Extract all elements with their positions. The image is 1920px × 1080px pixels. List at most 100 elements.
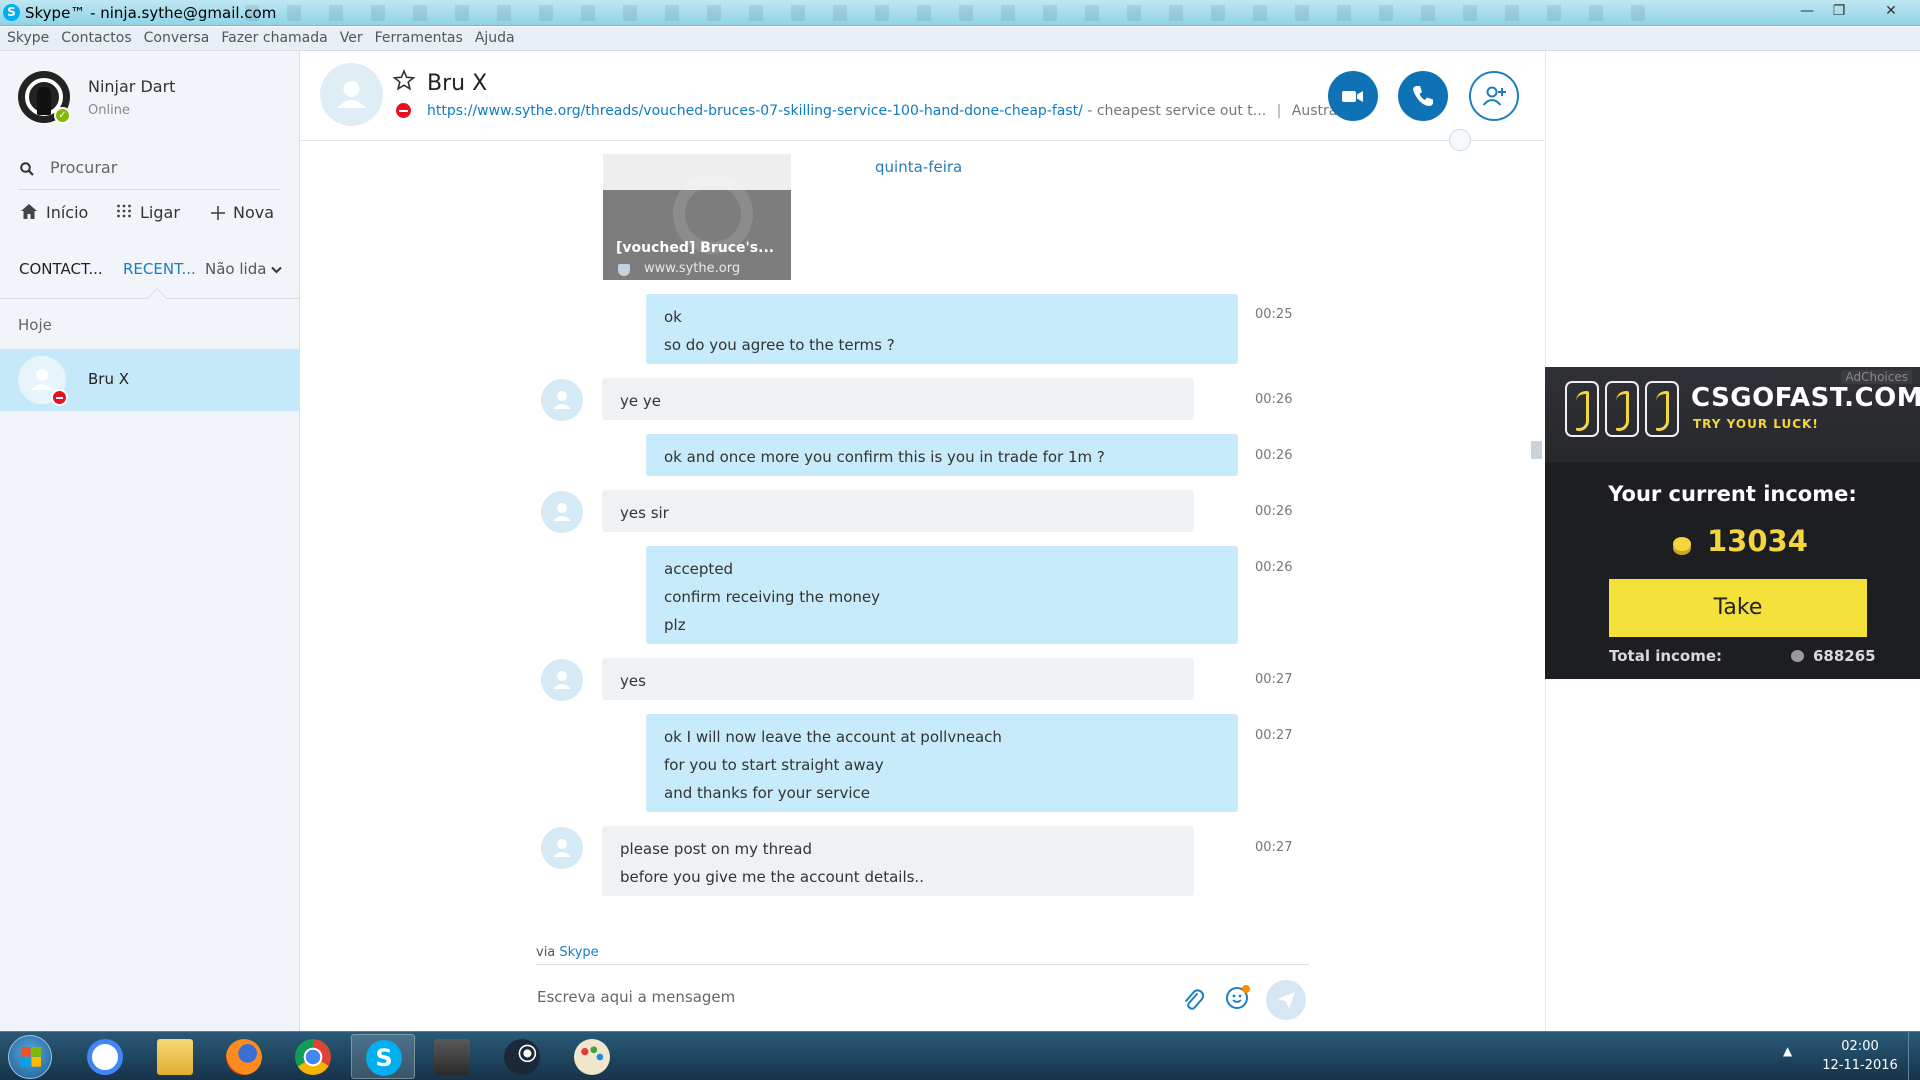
maximize-button[interactable]: ❐ [1824,0,1854,22]
contact-tabs: CONTACT... RECENT... Não lida [18,256,288,288]
link-preview-card[interactable]: [vouched] Bruce's... www.sythe.org [603,154,791,280]
via-app[interactable]: Skype [559,945,598,960]
message-time: 00:25 [1255,307,1293,322]
taskbar-google[interactable] [73,1034,137,1079]
message-outgoing[interactable]: ok so do you agree to the terms ? [646,294,1238,364]
emoticon-icon[interactable] [1226,985,1250,1009]
profile-name[interactable]: Ninjar Dart [88,77,175,96]
person-icon [337,81,366,108]
ad-income-label: Your current income: [1608,482,1857,506]
message-list[interactable]: [vouched] Bruce's... www.sythe.org quint… [301,142,1544,962]
add-people-button[interactable] [1469,71,1519,121]
steam-icon [504,1039,540,1075]
taskbar-paint[interactable] [560,1034,624,1079]
menu-call[interactable]: Fazer chamada [214,27,332,46]
message-incoming[interactable]: yes sir [602,490,1194,532]
peer-avatar[interactable] [541,379,583,421]
message-line: yes [620,672,646,690]
add-person-icon [1482,86,1506,106]
peer-avatar[interactable] [541,827,583,869]
scrollbar-thumb[interactable] [1531,441,1542,459]
message-time: 00:27 [1255,728,1293,743]
tray-expand-icon[interactable]: ▲ [1783,1044,1792,1058]
chat-header: Bru X https://www.sythe.org/threads/vouc… [301,51,1544,151]
mood-link[interactable]: https://www.sythe.org/threads/vouched-br… [427,103,1083,119]
close-button[interactable]: ✕ [1876,0,1906,22]
via-prefix: via [536,945,556,960]
contact-item-bru-x[interactable]: Bru X [0,349,300,411]
ad-choices-label[interactable]: AdChoices [1841,370,1912,384]
message-time: 00:27 [1255,840,1293,855]
message-time: 00:26 [1255,560,1293,575]
tab-unread[interactable]: Não lida [205,260,282,278]
search-box[interactable]: Procurar [18,154,280,190]
message-time: 00:26 [1255,448,1293,463]
video-camera-icon [1342,91,1363,102]
ad-take-button[interactable]: Take [1609,579,1867,637]
tab-unread-label: Não lida [205,260,267,278]
ad-tagline: TRY YOUR LUCK! [1693,417,1819,431]
taskbar-chrome[interactable] [281,1034,345,1079]
message-incoming[interactable]: please post on my thread before you give… [602,826,1194,896]
coins-icon [1673,537,1691,551]
advertisement[interactable]: AdChoices CSGOFAST.COM TRY YOUR LUCK! Yo… [1545,367,1920,679]
peer-avatar[interactable] [541,491,583,533]
new-button[interactable]: Nova [211,203,274,222]
new-label: Nova [233,203,275,222]
message-line: ok [664,308,682,326]
menu-contacts[interactable]: Contactos [54,27,136,46]
person-icon [553,503,571,521]
mood-separator: | [1276,103,1282,119]
skype-icon: S [366,1040,402,1076]
message-line: ok I will now leave the account at pollv… [664,728,1002,746]
taskbar-world-of-tanks[interactable] [420,1034,484,1079]
ad-logo-tile-icon [1645,381,1679,437]
message-outgoing[interactable]: ok I will now leave the account at pollv… [646,714,1238,812]
menu-conversation[interactable]: Conversa [137,27,215,46]
call-button[interactable]: Ligar [116,203,180,222]
send-button[interactable] [1266,980,1306,1020]
menu-skype[interactable]: Skype [0,27,54,46]
message-incoming[interactable]: ye ye [602,378,1194,420]
video-call-button[interactable] [1328,71,1378,121]
menu-view[interactable]: Ver [333,27,368,46]
home-icon [21,204,37,219]
show-desktop-button[interactable] [1908,1032,1920,1080]
taskbar-firefox[interactable] [212,1034,276,1079]
call-label: Ligar [140,203,180,222]
paint-icon [574,1039,610,1075]
chat-contact-avatar[interactable] [320,63,383,126]
message-input[interactable]: Escreva aqui a mensagem [537,988,735,1006]
attach-file-icon[interactable] [1182,988,1204,1012]
audio-call-button[interactable] [1398,71,1448,121]
message-time: 00:26 [1255,392,1293,407]
link-preview-title: [vouched] Bruce's... [616,240,775,256]
menu-tools[interactable]: Ferramentas [368,27,468,46]
message-line: for you to start straight away [664,756,884,774]
start-button[interactable] [8,1035,52,1079]
taskbar-steam[interactable] [490,1034,554,1079]
taskbar-explorer[interactable] [143,1034,207,1079]
phone-icon [1413,86,1433,106]
menu-help[interactable]: Ajuda [468,27,520,46]
profile-status[interactable]: Online [88,103,130,118]
ad-total-label: Total income: [1609,647,1723,665]
message-line: so do you agree to the terms ? [664,336,895,354]
message-outgoing[interactable]: ok and once more you confirm this is you… [646,434,1238,476]
message-incoming[interactable]: yes [602,658,1194,700]
message-line: plz [664,616,686,634]
contact-name: Bru X [88,370,130,388]
tab-recent[interactable]: RECENT... [123,260,196,278]
ad-logo-tile-icon [1565,381,1599,437]
system-clock[interactable]: 02:00 12-11-2016 [1810,1037,1910,1075]
chat-contact-name[interactable]: Bru X [427,71,487,96]
tab-contacts[interactable]: CONTACT... [19,260,103,278]
peer-avatar[interactable] [541,659,583,701]
chevron-down-icon [271,266,282,274]
minimize-button[interactable]: — [1792,0,1822,22]
taskbar-skype[interactable]: S [351,1034,415,1079]
home-button[interactable]: Início [20,203,88,222]
smile-icon [1232,994,1242,1003]
favorite-star-icon[interactable] [393,69,415,91]
message-outgoing[interactable]: accepted confirm receiving the money plz [646,546,1238,644]
